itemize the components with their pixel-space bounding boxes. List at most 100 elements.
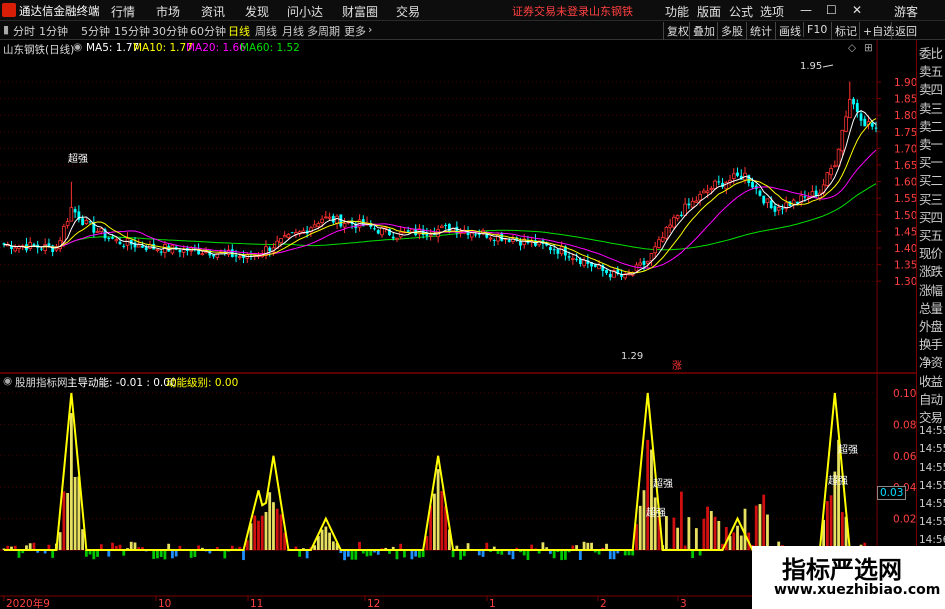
price-tick-label: 1.55 — [894, 193, 916, 205]
candle-body — [111, 237, 114, 239]
maximize-button[interactable]: ☐ — [826, 3, 837, 17]
huaxian-button[interactable]: 画线 — [775, 22, 804, 40]
indicator-bar — [152, 550, 156, 559]
indicator-bar — [328, 532, 331, 550]
strong-tag-3: 超强 — [646, 506, 666, 519]
login-notice[interactable]: 证券交易未登录 — [512, 3, 589, 19]
menu-gongneng[interactable]: 功能 — [665, 3, 689, 20]
candle-body — [634, 264, 639, 272]
side-panel-label: 14:56 — [919, 534, 945, 547]
indicator-bar — [713, 516, 717, 550]
settings-circle-icon[interactable]: ◉ — [73, 41, 82, 53]
candle-body — [833, 165, 837, 168]
candle-body — [28, 242, 32, 249]
tab-rixian[interactable]: 日线 — [228, 23, 250, 39]
indicator-tick-label: 0.08 — [893, 419, 916, 431]
tab-15min[interactable]: 15分钟 — [114, 23, 150, 39]
tab-1min[interactable]: 1分钟 — [39, 23, 68, 39]
indicator-bar — [665, 516, 668, 550]
candle-body — [751, 181, 754, 188]
minimize-button[interactable]: — — [800, 3, 812, 17]
indicator-bar — [81, 529, 84, 550]
candle-body — [731, 173, 736, 179]
indicator-bar — [129, 541, 133, 550]
menu-youke[interactable]: 游客 — [894, 3, 918, 20]
indicator-bar — [111, 542, 114, 550]
indicator-bar — [403, 550, 406, 558]
menu-zixun[interactable]: 资讯 — [201, 3, 225, 20]
candle-body — [675, 214, 680, 219]
fuquan-button[interactable]: 复权 — [663, 22, 692, 40]
indicator-bar — [133, 542, 137, 550]
candle-body — [672, 216, 676, 228]
menu-shichang[interactable]: 市场 — [156, 3, 180, 20]
indicator-bar — [762, 494, 766, 550]
tab-5min[interactable]: 5分钟 — [81, 23, 110, 39]
indicator-bar — [395, 550, 399, 560]
menu-jiaoyi[interactable]: 交易 — [396, 3, 420, 20]
side-panel-label: 交易 — [919, 410, 943, 425]
expand-icon[interactable]: ⊞ — [864, 42, 873, 54]
candle-body — [320, 218, 324, 223]
indicator-bar — [638, 505, 642, 550]
candle-body — [391, 236, 395, 239]
candle-body — [62, 225, 66, 243]
candle-body — [781, 208, 784, 210]
side-panel-label: 14:55 — [919, 443, 945, 456]
side-panel-label: 卖四 — [919, 82, 943, 98]
f10-button[interactable]: F10 — [803, 22, 830, 37]
back-button[interactable]: 返回 — [891, 22, 920, 40]
candle-body — [406, 230, 410, 232]
level-legend: 动能级别: 0.00 — [166, 377, 239, 389]
biaoji-button[interactable]: 标记 — [831, 22, 860, 40]
indicator-bar — [272, 502, 275, 550]
candle-body — [660, 237, 665, 242]
side-panel-label: 卖五 — [919, 64, 943, 80]
candle-body — [575, 258, 579, 260]
duogu-button[interactable]: 多股 — [717, 22, 746, 40]
menu-banmian[interactable]: 版面 — [697, 3, 721, 20]
indicator-bar — [193, 550, 197, 557]
indicator-bar — [69, 413, 73, 550]
tongji-button[interactable]: 统计 — [746, 22, 775, 40]
indicator-tick-label: 0.10 — [893, 388, 916, 400]
price-tick-label: 1.90 — [894, 77, 916, 89]
menu-wenxiaoda[interactable]: 问小达 — [287, 3, 323, 20]
tab-duozhouqi[interactable]: 多周期 — [307, 23, 340, 39]
tab-gengduo[interactable]: 更多 — [344, 23, 366, 39]
chevron-right-icon[interactable]: › — [368, 23, 372, 36]
menu-xuanxiang[interactable]: 选项 — [760, 3, 784, 20]
indicator-tick-label: 0.06 — [893, 451, 916, 463]
sub-settings-icon[interactable]: ◉ — [3, 375, 12, 387]
indicator-bar — [466, 543, 470, 550]
indicator-bar — [694, 528, 698, 550]
candle-body — [395, 237, 399, 240]
price-tick-label: 1.75 — [894, 127, 916, 139]
candle-body — [653, 246, 657, 254]
diejia-button[interactable]: 叠加 — [689, 22, 718, 40]
tab-zhouxian[interactable]: 周线 — [255, 23, 277, 39]
candle-body — [863, 118, 867, 127]
indicator-bar — [275, 508, 279, 550]
indicator-bar — [653, 497, 657, 550]
kline-chart-area[interactable]: 1.90 1.85 1.80 1.75 1.70 1.65 1.60 1.55 1.50 1.45… — [0, 40, 916, 609]
indicator-bar — [650, 449, 653, 550]
candle-body — [736, 172, 739, 176]
tab-yuexian[interactable]: 月线 — [282, 23, 304, 39]
candle-body — [178, 249, 182, 253]
menu-gongshi[interactable]: 公式 — [729, 3, 753, 20]
time-tick-label: 2 — [600, 598, 607, 609]
indicator-bar — [578, 550, 582, 560]
menu-faxian[interactable]: 发现 — [245, 3, 269, 20]
tab-60min[interactable]: 60分钟 — [190, 23, 226, 39]
candle-body — [32, 244, 36, 246]
menu-caifuquan[interactable]: 财富圈 — [342, 3, 378, 20]
diamond-icon[interactable]: ◇ — [848, 42, 856, 54]
close-button[interactable]: ✕ — [852, 3, 862, 17]
tab-fenshi[interactable]: 分时 — [13, 23, 35, 39]
candle-body — [152, 243, 156, 250]
menu-hangqing[interactable]: 行情 — [111, 3, 135, 20]
indicator-bar — [440, 491, 444, 550]
tab-30min[interactable]: 30分钟 — [152, 23, 188, 39]
candle-body — [136, 244, 141, 248]
